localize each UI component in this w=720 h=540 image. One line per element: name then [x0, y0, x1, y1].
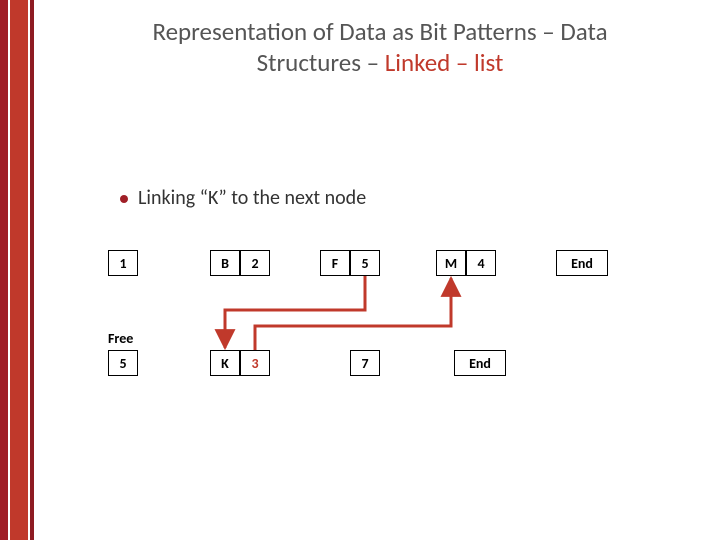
bullet-dot-icon — [120, 195, 128, 203]
node-pointer: 7 — [350, 350, 380, 376]
node-value: F — [320, 250, 350, 276]
node-value: K — [210, 350, 240, 376]
node-pointer: 4 — [466, 250, 496, 276]
node-pointer: 5 — [350, 250, 380, 276]
rail-bar — [10, 0, 28, 540]
rail-bar — [30, 0, 34, 540]
arrow-f-to-k — [225, 276, 365, 348]
node-value: M — [436, 250, 466, 276]
free-list-label: Free — [108, 330, 133, 347]
arrow-k-to-m — [255, 278, 451, 350]
bullet-text: Linking “K” to the next node — [138, 186, 366, 210]
end-sentinel: End — [454, 350, 506, 376]
rail-bar — [0, 0, 8, 540]
node-pointer-highlight: 3 — [240, 350, 270, 376]
title-line-2b: Linked – list — [385, 47, 504, 78]
node-value: B — [210, 250, 240, 276]
title-line-1: Representation of Data as Bit Patterns –… — [152, 16, 607, 47]
end-sentinel: End — [556, 250, 608, 276]
slide-title: Representation of Data as Bit Patterns –… — [100, 16, 660, 79]
bullet-item: Linking “K” to the next node — [120, 186, 366, 210]
list-head-pointer: 1 — [108, 250, 138, 276]
title-line-2a: Structures – — [257, 47, 385, 78]
slide-left-rail — [0, 0, 34, 540]
node-pointer: 2 — [240, 250, 270, 276]
free-head-pointer: 5 — [108, 350, 138, 376]
